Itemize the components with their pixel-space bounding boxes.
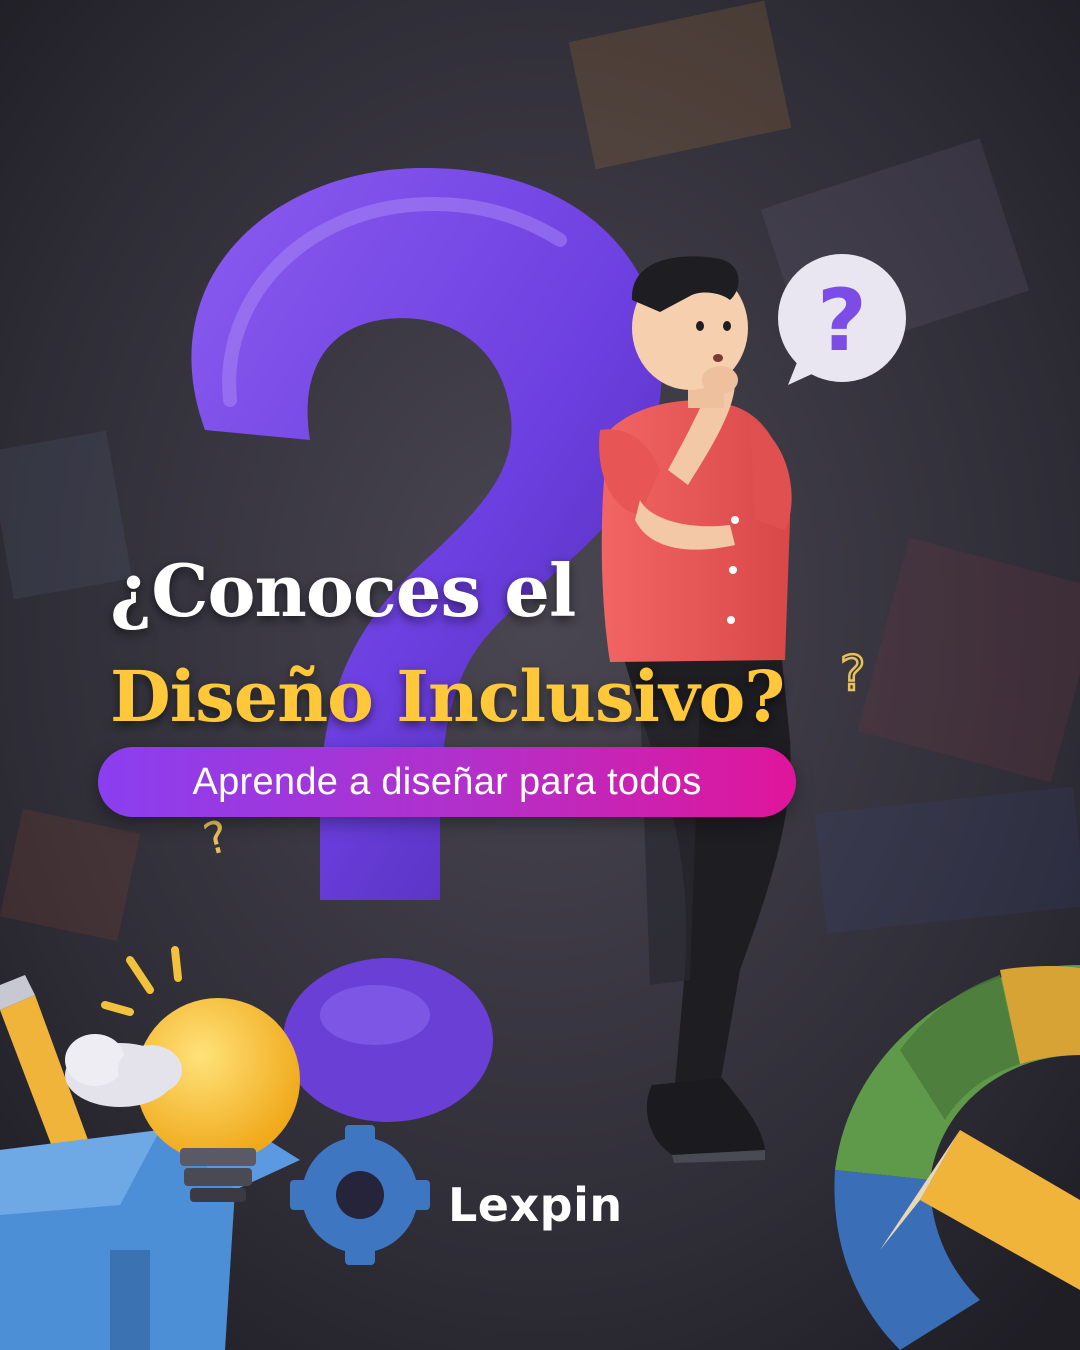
- headline-line-2: Diseño Inclusivo?: [110, 655, 785, 738]
- svg-text:?: ?: [817, 271, 867, 371]
- svg-text:?: ?: [840, 646, 865, 702]
- brand-logo: Lexpin: [448, 1178, 623, 1232]
- subtitle-pill: Aprende a diseñar para todos: [98, 747, 796, 817]
- subtitle-text: Aprende a diseñar para todos: [192, 760, 702, 803]
- headline-line-1: ¿Conoces el: [110, 548, 576, 633]
